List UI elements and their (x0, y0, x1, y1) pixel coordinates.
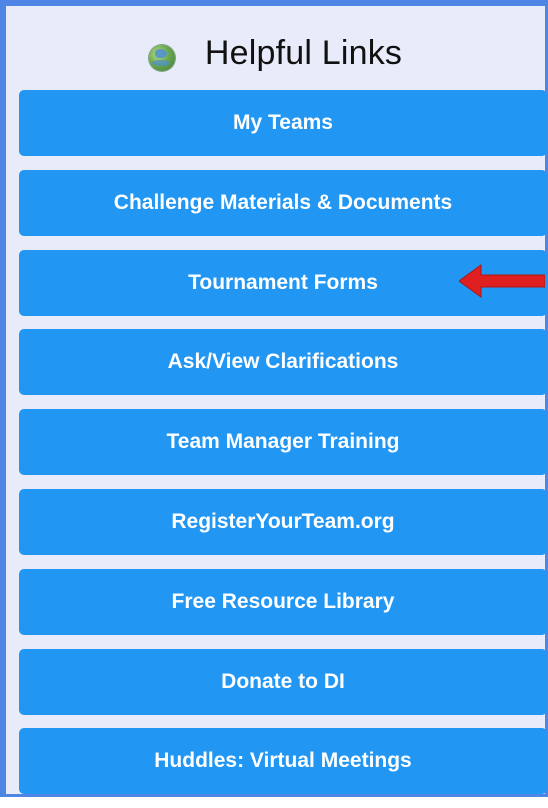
globe-icon (148, 45, 175, 71)
link-huddles-virtual-meetings[interactable]: Huddles: Virtual Meetings (19, 728, 547, 795)
link-team-manager-training[interactable]: Team Manager Training (19, 409, 547, 476)
link-donate-to-di[interactable]: Donate to DI (19, 648, 547, 715)
link-my-teams[interactable]: My Teams (19, 90, 547, 156)
red-arrow-icon (459, 264, 545, 298)
link-free-resource-library[interactable]: Free Resource Library (19, 568, 547, 635)
helpful-links-panel: Helpful Links My Teams Challenge Materia… (0, 0, 548, 797)
panel-header: Helpful Links (6, 28, 545, 78)
link-ask-view-clarifications[interactable]: Ask/View Clarifications (19, 329, 547, 396)
link-challenge-materials[interactable]: Challenge Materials & Documents (19, 169, 547, 236)
panel-title: Helpful Links (204, 33, 403, 72)
link-register-your-team[interactable]: RegisterYourTeam.org (19, 488, 547, 555)
links-list: My Teams Challenge Materials & Documents… (19, 90, 547, 808)
